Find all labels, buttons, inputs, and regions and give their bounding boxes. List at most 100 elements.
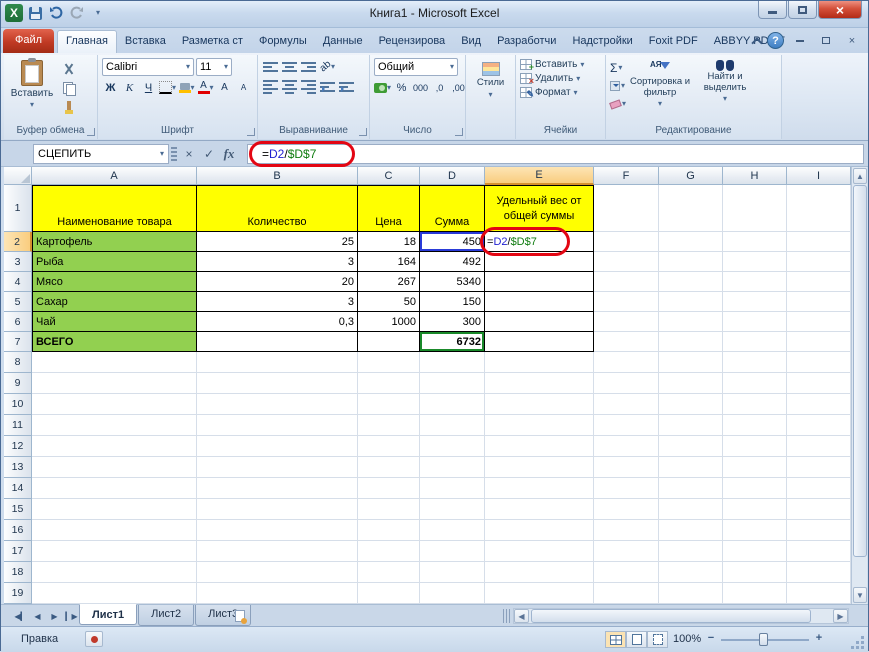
- cell-C3[interactable]: 164: [358, 252, 420, 272]
- cell-I13[interactable]: [787, 457, 851, 478]
- vertical-scrollbar[interactable]: ▲ ▼: [851, 167, 867, 604]
- insert-worksheet-button[interactable]: [227, 608, 253, 624]
- align-left-button[interactable]: [262, 78, 279, 95]
- cell-G7[interactable]: [659, 332, 723, 352]
- col-header-A[interactable]: A: [32, 167, 197, 185]
- align-bottom-button[interactable]: [300, 58, 317, 75]
- cell-I9[interactable]: [787, 373, 851, 394]
- ribbon-tab-Вид[interactable]: Вид: [453, 31, 489, 53]
- number-dialog-launcher[interactable]: [455, 128, 463, 136]
- workbook-close-button[interactable]: ×: [842, 33, 862, 49]
- cell-I3[interactable]: [787, 252, 851, 272]
- cell-A8[interactable]: [32, 352, 197, 373]
- cell-E16[interactable]: [485, 520, 594, 541]
- cell-A3[interactable]: Рыба: [32, 252, 197, 272]
- cell-A7[interactable]: ВСЕГО: [32, 332, 197, 352]
- name-box-resize-handle[interactable]: [171, 147, 177, 161]
- cell-H10[interactable]: [723, 394, 787, 415]
- italic-button[interactable]: К: [121, 79, 138, 96]
- sort-filter-button[interactable]: АЯ Сортировка и фильтр ▾: [629, 58, 691, 124]
- cell-E5[interactable]: [485, 292, 594, 312]
- zoom-slider-handle[interactable]: [759, 633, 768, 646]
- row-header-15[interactable]: 15: [4, 499, 32, 520]
- cell-D2[interactable]: 450: [420, 232, 485, 252]
- cell-A18[interactable]: [32, 562, 197, 583]
- cell-F15[interactable]: [594, 499, 659, 520]
- cell-C11[interactable]: [358, 415, 420, 436]
- font-color-button[interactable]: А▾: [197, 79, 214, 96]
- cell-E7[interactable]: [485, 332, 594, 352]
- col-header-E[interactable]: E: [485, 167, 594, 185]
- cell-I17[interactable]: [787, 541, 851, 562]
- ribbon-tab-Надстройки[interactable]: Надстройки: [564, 31, 640, 53]
- cell-C10[interactable]: [358, 394, 420, 415]
- cell-B9[interactable]: [197, 373, 358, 394]
- row-header-6[interactable]: 6: [4, 312, 32, 332]
- cell-D1[interactable]: Сумма: [420, 185, 485, 232]
- ribbon-tab-Формулы[interactable]: Формулы: [251, 31, 315, 53]
- cell-D4[interactable]: 5340: [420, 272, 485, 292]
- cell-C16[interactable]: [358, 520, 420, 541]
- copy-button[interactable]: [59, 79, 79, 96]
- cell-H19[interactable]: [723, 583, 787, 604]
- paste-button[interactable]: Вставить ▾: [8, 58, 56, 124]
- insert-function-button[interactable]: fx: [219, 144, 239, 164]
- ribbon-tab-Рецензирова[interactable]: Рецензирова: [371, 31, 454, 53]
- vertical-scroll-thumb[interactable]: [853, 185, 867, 557]
- cell-I4[interactable]: [787, 272, 851, 292]
- clipboard-dialog-launcher[interactable]: [87, 128, 95, 136]
- cell-G8[interactable]: [659, 352, 723, 373]
- zoom-in-button[interactable]: +: [813, 632, 825, 644]
- cell-E6[interactable]: [485, 312, 594, 332]
- cell-G4[interactable]: [659, 272, 723, 292]
- cell-F1[interactable]: [594, 185, 659, 232]
- next-sheet-button[interactable]: ▶: [47, 608, 62, 624]
- row-header-7[interactable]: 7: [4, 332, 32, 352]
- cell-D10[interactable]: [420, 394, 485, 415]
- insert-cells-button[interactable]: + Вставить ▾: [520, 59, 601, 70]
- cell-H9[interactable]: [723, 373, 787, 394]
- col-header-F[interactable]: F: [594, 167, 659, 185]
- select-all-corner[interactable]: [4, 167, 32, 185]
- cell-H3[interactable]: [723, 252, 787, 272]
- ribbon-tab-Данные[interactable]: Данные: [315, 31, 371, 53]
- cell-I8[interactable]: [787, 352, 851, 373]
- cell-F8[interactable]: [594, 352, 659, 373]
- font-family-select[interactable]: Calibri▾: [102, 58, 194, 76]
- fill-button[interactable]: ▾: [610, 78, 626, 94]
- cell-E8[interactable]: [485, 352, 594, 373]
- fill-color-button[interactable]: ▾: [178, 79, 195, 96]
- cell-I16[interactable]: [787, 520, 851, 541]
- row-header-19[interactable]: 19: [4, 583, 32, 604]
- cell-A17[interactable]: [32, 541, 197, 562]
- cell-D9[interactable]: [420, 373, 485, 394]
- ribbon-tab-Разработчи[interactable]: Разработчи: [489, 31, 564, 53]
- cell-E3[interactable]: [485, 252, 594, 272]
- row-header-10[interactable]: 10: [4, 394, 32, 415]
- ribbon-tab-Файл[interactable]: Файл: [3, 29, 54, 53]
- cell-H18[interactable]: [723, 562, 787, 583]
- bold-button[interactable]: Ж: [102, 79, 119, 96]
- cell-G2[interactable]: [659, 232, 723, 252]
- cell-G11[interactable]: [659, 415, 723, 436]
- cell-I10[interactable]: [787, 394, 851, 415]
- comma-style-button[interactable]: 000: [412, 79, 429, 96]
- cell-E1[interactable]: Удельный вес от общей суммы: [485, 185, 594, 232]
- cell-D13[interactable]: [420, 457, 485, 478]
- cell-C18[interactable]: [358, 562, 420, 583]
- cell-B3[interactable]: 3: [197, 252, 358, 272]
- cell-D14[interactable]: [420, 478, 485, 499]
- cell-C4[interactable]: 267: [358, 272, 420, 292]
- cell-F12[interactable]: [594, 436, 659, 457]
- cell-E11[interactable]: [485, 415, 594, 436]
- scroll-down-button[interactable]: ▼: [853, 587, 867, 603]
- cell-F4[interactable]: [594, 272, 659, 292]
- cell-E12[interactable]: [485, 436, 594, 457]
- page-break-view-button[interactable]: [647, 631, 668, 648]
- cell-F13[interactable]: [594, 457, 659, 478]
- cell-F3[interactable]: [594, 252, 659, 272]
- alignment-dialog-launcher[interactable]: [359, 128, 367, 136]
- cell-I19[interactable]: [787, 583, 851, 604]
- cell-A4[interactable]: Мясо: [32, 272, 197, 292]
- row-header-2[interactable]: 2: [4, 232, 32, 252]
